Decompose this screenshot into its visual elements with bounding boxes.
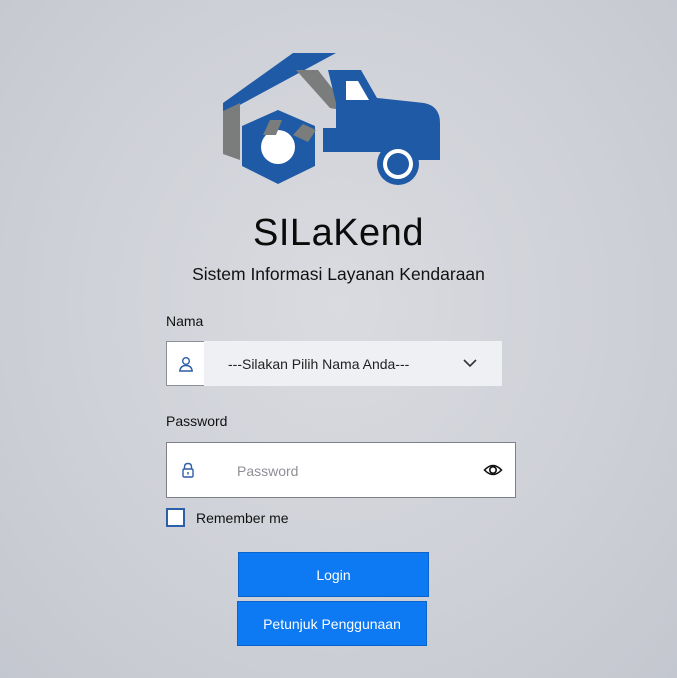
app-title: SILaKend	[253, 212, 424, 254]
remember-label: Remember me	[196, 509, 289, 526]
app-subtitle: Sistem Informasi Layanan Kendaraan	[192, 264, 485, 284]
nama-select[interactable]: ---Silakan Pilih Nama Anda---	[204, 341, 502, 386]
chevron-down-icon	[463, 359, 477, 368]
login-button[interactable]: Login	[238, 552, 429, 597]
nama-label: Nama	[166, 313, 204, 329]
password-input[interactable]	[235, 453, 469, 489]
lock-icon	[182, 462, 194, 478]
remember-checkbox[interactable]	[166, 508, 185, 527]
nama-select-group: ---Silakan Pilih Nama Anda---	[166, 341, 502, 386]
house-gear-truck-logo	[223, 53, 440, 185]
password-label: Password	[166, 413, 228, 429]
remember-me: Remember me	[166, 508, 289, 527]
nama-icon-box	[166, 341, 204, 386]
nama-select-value: ---Silakan Pilih Nama Anda---	[228, 355, 410, 372]
password-field-group	[166, 442, 516, 498]
user-icon	[178, 356, 193, 372]
help-button[interactable]: Petunjuk Penggunaan	[237, 601, 427, 646]
eye-icon[interactable]	[483, 461, 503, 479]
